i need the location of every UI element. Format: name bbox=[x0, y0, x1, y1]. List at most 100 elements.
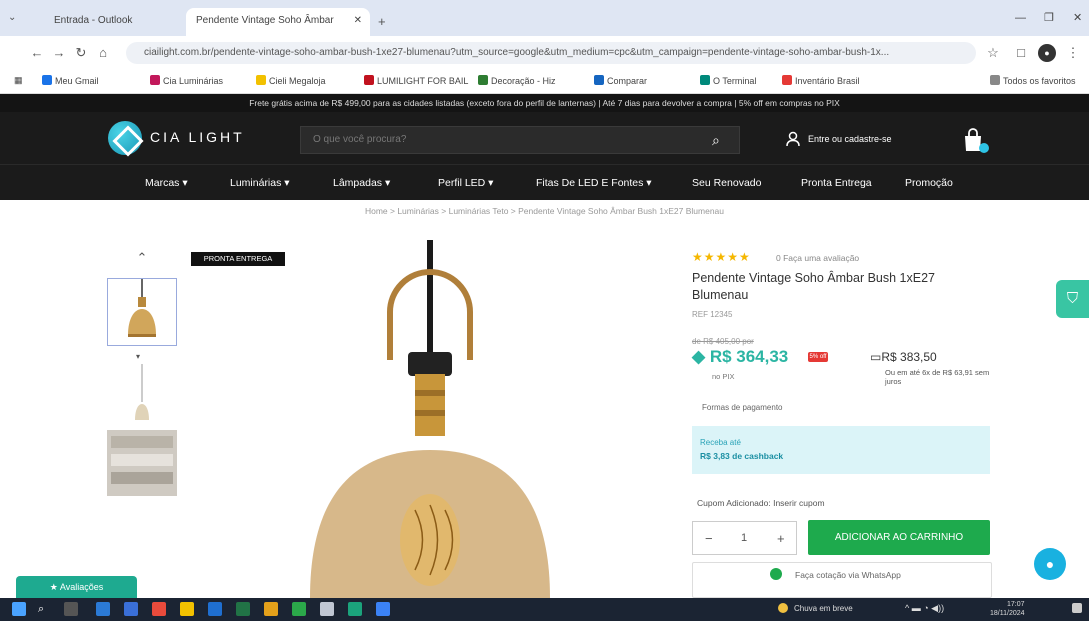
tab-product[interactable]: Pendente Vintage Soho Âmbar ✕ bbox=[186, 8, 370, 36]
product-main-image[interactable] bbox=[290, 240, 580, 598]
menu-icon[interactable]: ⋮ bbox=[1064, 44, 1082, 62]
pronta-entrega-badge: PRONTA ENTREGA bbox=[191, 252, 285, 266]
reviews-tab[interactable]: ★ Avaliações bbox=[16, 576, 137, 598]
bookmark-label: Todos os favoritos bbox=[1003, 76, 1076, 86]
product-thumbnail[interactable] bbox=[107, 364, 177, 432]
nav-item-renovado[interactable]: Seu Renovado bbox=[692, 177, 761, 189]
tab-label: Pendente Vintage Soho Âmbar bbox=[196, 15, 334, 26]
bookmark-star-icon[interactable]: ☆ bbox=[984, 44, 1002, 62]
extensions-icon[interactable]: □ bbox=[1012, 44, 1030, 62]
decrease-button[interactable]: − bbox=[705, 531, 713, 546]
coupon-field[interactable]: Cupom Adicionado: Inserir cupom bbox=[697, 498, 825, 508]
bookmark-item[interactable]: Todos os favoritos bbox=[990, 75, 1086, 89]
maximize-icon[interactable]: ❐ bbox=[1044, 11, 1054, 24]
url-input[interactable]: ciailight.com.br/pendente-vintage-soho-a… bbox=[126, 42, 976, 64]
bookmark-item[interactable]: O Terminal bbox=[700, 75, 776, 89]
bookmark-item[interactable]: Comparar bbox=[594, 75, 696, 89]
app-icon[interactable] bbox=[376, 602, 390, 616]
notification-icon[interactable] bbox=[1072, 603, 1082, 613]
apps-icon[interactable]: ▦ bbox=[14, 75, 28, 89]
thumbnail-image bbox=[107, 430, 177, 496]
search-input[interactable]: O que você procura? bbox=[300, 126, 740, 154]
bookmark-item[interactable]: Meu Gmail bbox=[42, 75, 148, 89]
app-icon[interactable] bbox=[152, 602, 166, 616]
card-price-value: R$ 383,50 bbox=[881, 350, 937, 364]
new-tab-icon[interactable]: + bbox=[378, 14, 386, 29]
bookmark-item[interactable]: Cieli Megaloja bbox=[256, 75, 356, 89]
nav-item-perfil-led[interactable]: Perfil LED ▾ bbox=[438, 177, 493, 189]
nav-item-marcas[interactable]: Marcas ▾ bbox=[145, 177, 188, 189]
bookmark-label: Cia Luminárias bbox=[163, 76, 224, 86]
file-explorer-icon[interactable] bbox=[180, 602, 194, 616]
weather-text[interactable]: Chuva em breve bbox=[794, 604, 853, 613]
star-icon: ★ bbox=[49, 582, 58, 592]
clock-time: 17:07 bbox=[1006, 601, 1025, 608]
pix-icon: ◆ bbox=[692, 347, 706, 366]
nav-item-fitas-led[interactable]: Fitas De LED E Fontes ▾ bbox=[536, 177, 652, 189]
reload-icon[interactable]: ↻ bbox=[72, 44, 90, 62]
product-thumbnail[interactable] bbox=[107, 430, 177, 498]
payment-methods-link[interactable]: Formas de pagamento bbox=[702, 403, 783, 412]
app-icon[interactable] bbox=[320, 602, 334, 616]
discount-badge: 5% off bbox=[808, 352, 828, 362]
bookmark-item[interactable]: LUMILIGHT FOR BAIL bbox=[364, 75, 476, 89]
card-price: ▭R$ 383,50 bbox=[870, 350, 937, 364]
site-logo[interactable]: CIA LIGHT bbox=[108, 120, 278, 155]
logo-mark-icon bbox=[108, 121, 142, 155]
system-tray-icon[interactable]: ^ ▬ ◔ ◀)) bbox=[905, 603, 944, 614]
nav-item-luminarias[interactable]: Luminárias ▾ bbox=[230, 177, 290, 189]
logo-text: CIA LIGHT bbox=[150, 129, 245, 145]
app-icon[interactable] bbox=[124, 602, 138, 616]
bookmark-item[interactable]: Cia Luminárias bbox=[150, 75, 250, 89]
home-icon[interactable]: ⌂ bbox=[94, 44, 112, 62]
search-placeholder: O que você procura? bbox=[313, 134, 407, 145]
tab-search-icon[interactable]: ⌄ bbox=[8, 12, 20, 24]
product-thumbnail[interactable] bbox=[107, 278, 177, 346]
tab-outlook[interactable]: Entrada - Outlook bbox=[44, 8, 182, 36]
chevron-up-icon[interactable]: ⌃ bbox=[134, 250, 150, 266]
task-view-icon[interactable] bbox=[64, 602, 78, 616]
add-to-cart-button[interactable]: ADICIONAR AO CARRINHO bbox=[808, 520, 990, 555]
bookmark-item[interactable]: Inventário Brasil bbox=[782, 75, 882, 89]
forward-icon[interactable]: → bbox=[50, 44, 68, 62]
thumbnail-image bbox=[128, 279, 156, 337]
shield-icon[interactable]: ⛉ bbox=[1056, 280, 1089, 318]
nav-item-lampadas[interactable]: Lâmpadas ▾ bbox=[333, 177, 390, 189]
bookmark-label: Inventário Brasil bbox=[795, 76, 860, 86]
app-icon[interactable] bbox=[292, 602, 306, 616]
excel-icon[interactable] bbox=[236, 602, 250, 616]
quantity-value[interactable]: 1 bbox=[741, 532, 747, 544]
start-icon[interactable] bbox=[12, 602, 26, 616]
increase-button[interactable]: + bbox=[777, 531, 785, 546]
whatsapp-quote-button[interactable] bbox=[692, 562, 992, 598]
breadcrumb[interactable]: Home > Luminárias > Luminárias Teto > Pe… bbox=[0, 206, 1089, 216]
profile-avatar[interactable]: ● bbox=[1038, 44, 1056, 62]
chat-icon[interactable]: ● bbox=[1034, 548, 1066, 580]
account-link[interactable]: Entre ou cadastre-se bbox=[808, 134, 892, 144]
user-icon[interactable] bbox=[786, 131, 800, 147]
windows-taskbar: ⌕ Chuva em breve ^ ▬ ◔ ◀)) 17:07 18/11/20… bbox=[0, 598, 1089, 621]
nav-item-promocao[interactable]: Promoção bbox=[905, 177, 953, 189]
window-close-icon[interactable]: ✕ bbox=[1073, 11, 1082, 24]
minimize-icon[interactable]: — bbox=[1015, 12, 1026, 24]
rating-stars[interactable]: ★★★★★ bbox=[692, 250, 751, 264]
search-icon[interactable]: ⌕ bbox=[712, 132, 720, 149]
close-icon[interactable]: ✕ bbox=[354, 15, 362, 26]
reviews-link[interactable]: 0 Faça uma avaliação bbox=[776, 253, 859, 263]
clock[interactable]: 17:07 18/11/2024 bbox=[990, 600, 1025, 618]
app-icon[interactable] bbox=[208, 602, 222, 616]
old-price: de R$ 405,00 por bbox=[692, 337, 754, 346]
whatsapp-quote-label: Faça cotação via WhatsApp bbox=[795, 570, 901, 580]
chrome-icon[interactable] bbox=[264, 602, 278, 616]
app-icon[interactable] bbox=[348, 602, 362, 616]
nav-item-pronta-entrega[interactable]: Pronta Entrega bbox=[801, 177, 872, 189]
promo-banner: Frete grátis acima de R$ 499,00 para as … bbox=[0, 94, 1089, 112]
bookmark-item[interactable]: Decoração - Hiz bbox=[478, 75, 588, 89]
search-icon[interactable]: ⌕ bbox=[38, 602, 52, 616]
weather-icon bbox=[778, 603, 788, 613]
edge-icon[interactable] bbox=[96, 602, 110, 616]
back-icon[interactable]: ← bbox=[28, 44, 46, 62]
chevron-down-icon[interactable]: ▾ bbox=[136, 352, 146, 362]
quantity-stepper: − 1 + bbox=[692, 521, 797, 555]
bookmark-label: Decoração - Hiz bbox=[491, 76, 556, 86]
